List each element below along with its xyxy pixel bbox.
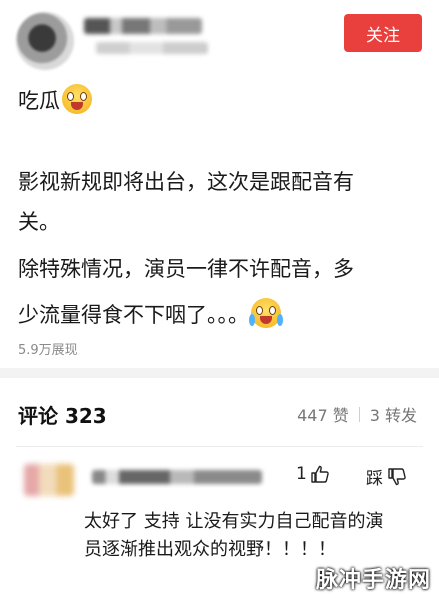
site-watermark: 脉冲手游网 (315, 568, 431, 593)
commenter-name-blurred[interactable] (92, 470, 262, 484)
post-line-2: 影视新规即将出台，这次是跟配音有 (18, 170, 354, 194)
comment-dislike-label: 踩 (366, 469, 383, 489)
crying-laughing-emoji-icon (249, 298, 283, 328)
author-avatar[interactable] (16, 12, 74, 70)
view-count: 5.9万展现 (18, 343, 78, 358)
post-header: 关注 (0, 0, 439, 72)
commenter-avatar[interactable] (24, 464, 74, 496)
like-count[interactable]: 447 赞 (297, 402, 349, 426)
stats-separator (358, 406, 360, 422)
post-text-5: 少流量得食不下咽了。。。 (18, 303, 249, 327)
drooling-emoji-icon (62, 84, 92, 114)
comment-like-count: 1 (296, 464, 307, 484)
comments-divider (16, 446, 423, 447)
author-name-blurred[interactable] (84, 18, 202, 34)
post-line-4: 除特殊情况，演员一律不许配音，多 (18, 257, 354, 281)
post-line-5: 少流量得食不下咽了。。。 (18, 298, 283, 329)
comment-like-button[interactable]: 1 (296, 464, 330, 484)
comments-header: 评论 323 447 赞 3 转发 (0, 392, 439, 428)
post-stats: 447 赞 3 转发 (297, 402, 417, 426)
thumbs-down-icon (388, 467, 406, 485)
post-line-1: 吃瓜 (18, 84, 92, 115)
author-meta-blurred (96, 42, 208, 54)
comment-text: 太好了 支持 让没有实力自己配音的演员逐渐推出观众的视野！！！！ (84, 511, 384, 560)
post-line-3: 关。 (18, 210, 60, 234)
repost-count[interactable]: 3 转发 (370, 402, 417, 426)
section-divider (0, 368, 439, 378)
follow-button[interactable]: 关注 (344, 14, 422, 52)
thumbs-up-icon (311, 465, 329, 483)
comment-dislike-button[interactable]: 踩 (366, 464, 407, 489)
comments-title: 评论 323 (18, 404, 107, 428)
post-text-1: 吃瓜 (18, 89, 60, 113)
